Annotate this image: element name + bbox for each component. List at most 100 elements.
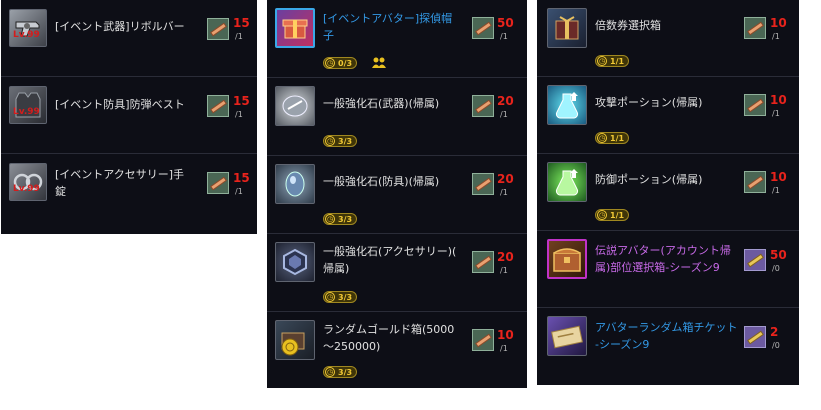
item-name: [イベント防具]防弾ベスト <box>55 98 185 111</box>
item-name-line1: [イベントアクセサリー]手 <box>55 168 185 181</box>
purchase-limit-count: 1/1 <box>610 211 625 220</box>
gold-box-icon <box>275 320 315 360</box>
purchase-limit-count: 1/1 <box>610 134 625 143</box>
item-name: 一般強化石(防具)(帰属) <box>323 175 440 188</box>
ticket-currency-icon <box>744 249 766 271</box>
shop-row[interactable]: ランダムゴールド箱(5000 〜250000) 10 /1 ◷ 3/3 <box>267 312 527 388</box>
avatar-ticket-icon <box>547 316 587 356</box>
purchase-limit-badge: ◷ 1/1 <box>595 132 630 144</box>
currency-icon <box>207 18 229 40</box>
clock-icon: ◷ <box>325 367 335 377</box>
stock-count: /1 <box>500 188 508 197</box>
purchase-limit-badge: ◷ 1/1 <box>595 209 630 221</box>
clock-icon: ◷ <box>597 56 607 66</box>
party-icon <box>372 57 386 68</box>
item-name: [イベント武器]リボルバー <box>55 20 185 33</box>
stock-count: /1 <box>235 110 243 119</box>
item-name: アバターランダム箱チケット -シーズン9 <box>595 319 738 353</box>
purchase-limit-badge: ◷ 3/3 <box>323 213 358 225</box>
shop-row[interactable]: Lv.99 [イベント武器]リボルバー 15 /1 <box>1 0 257 77</box>
shop-row[interactable]: 一般強化石(アクセサリー)( 帰属) 20 /1 ◷ 3/3 <box>267 234 527 312</box>
currency-icon <box>744 94 766 116</box>
item-name-line2: 子 <box>323 29 334 42</box>
shop-row[interactable]: 伝説アバター(アカウント帰 属)部位選択箱-シーズン9 50 /0 <box>537 231 799 308</box>
handcuffs-icon: Lv.99 <box>9 163 47 201</box>
cost-value: 50 <box>770 248 787 262</box>
item-level: Lv.99 <box>13 30 40 40</box>
shop-row[interactable]: 倍数券選択箱 10 /1 ◷ 1/1 <box>537 0 799 77</box>
cost-value: 15 <box>233 94 250 108</box>
currency-icon <box>472 95 494 117</box>
stock-count: /1 <box>772 186 780 195</box>
currency-icon <box>744 17 766 39</box>
cost-value: 20 <box>497 94 514 108</box>
item-name-line2: 帰属) <box>323 262 350 275</box>
cost-value: 10 <box>497 328 514 342</box>
clock-icon: ◷ <box>325 214 335 224</box>
item-name-line1: ランダムゴールド箱(5000 <box>323 323 455 336</box>
purchase-limit-badge: ◷ 3/3 <box>323 291 358 303</box>
currency-icon <box>744 171 766 193</box>
item-level: Lv.99 <box>13 184 40 194</box>
stock-count: /1 <box>500 344 508 353</box>
purchase-limit-count: 3/3 <box>338 215 353 224</box>
item-name-line2: 錠 <box>55 185 66 198</box>
cost-value: 20 <box>497 250 514 264</box>
shop-row[interactable]: Lv.99 [イベント防具]防弾ベスト 15 /1 <box>1 77 257 154</box>
currency-icon <box>472 329 494 351</box>
item-name-line1: アバターランダム箱チケット <box>595 321 738 334</box>
stock-count: /1 <box>772 109 780 118</box>
accessory-stone-icon <box>275 242 315 282</box>
currency-icon <box>207 172 229 194</box>
purchase-limit-count: 1/1 <box>610 57 625 66</box>
shop-row[interactable]: Lv.99 [イベントアクセサリー]手 錠 15 /1 <box>1 154 257 234</box>
legend-avatar-box-icon <box>547 239 587 279</box>
item-name-line2: 属)部位選択箱-シーズン9 <box>595 261 720 274</box>
currency-icon <box>207 95 229 117</box>
armor-stone-icon <box>275 164 315 204</box>
cost-value: 20 <box>497 172 514 186</box>
defense-potion-icon <box>547 162 587 202</box>
shop-row[interactable]: 一般強化石(防具)(帰属) 20 /1 ◷ 3/3 <box>267 156 527 234</box>
item-name: ランダムゴールド箱(5000 〜250000) <box>323 321 454 355</box>
clock-icon: ◷ <box>325 292 335 302</box>
item-name: [イベントアクセサリー]手 錠 <box>55 166 184 200</box>
attack-potion-icon <box>547 85 587 125</box>
item-name-line1: 伝説アバター(アカウント帰 <box>595 244 731 257</box>
shop-row[interactable]: 防御ポーション(帰属) 10 /1 ◷ 1/1 <box>537 154 799 231</box>
cost-value: 10 <box>770 170 787 184</box>
shop-panel-events-gear: Lv.99 [イベント武器]リボルバー 15 /1 Lv.99 [イベント防具]… <box>1 0 257 234</box>
item-name: 倍数券選択箱 <box>595 19 661 32</box>
stock-count: /1 <box>235 187 243 196</box>
shop-row[interactable]: 攻撃ポーション(帰属) 10 /1 ◷ 1/1 <box>537 77 799 154</box>
cost-value: 2 <box>770 325 779 339</box>
purchase-limit-badge: ◷ 3/3 <box>323 135 358 147</box>
item-name: 一般強化石(武器)(帰属) <box>323 97 440 110</box>
item-name-line2: -シーズン9 <box>595 338 650 351</box>
stock-count: /1 <box>772 32 780 41</box>
purchase-limit-badge: ◷ 1/1 <box>595 55 630 67</box>
detective-hat-box-icon <box>275 8 315 48</box>
multiplier-box-icon <box>547 8 587 48</box>
currency-icon <box>472 251 494 273</box>
shop-panel-consumables: 倍数券選択箱 10 /1 ◷ 1/1 攻撃ポーション(帰属) 10 /1 ◷ 1… <box>537 0 799 385</box>
purchase-limit-count: 3/3 <box>338 137 353 146</box>
purchase-limit-count: 3/3 <box>338 293 353 302</box>
shop-row[interactable]: アバターランダム箱チケット -シーズン9 2 /0 <box>537 308 799 385</box>
weapon-stone-icon <box>275 86 315 126</box>
cost-value: 10 <box>770 93 787 107</box>
purchase-limit-badge: ◷ 3/3 <box>323 366 358 378</box>
cost-value: 15 <box>233 16 250 30</box>
shop-row[interactable]: 一般強化石(武器)(帰属) 20 /1 ◷ 3/3 <box>267 78 527 156</box>
item-name: 一般強化石(アクセサリー)( 帰属) <box>323 243 456 277</box>
item-name: [イベントアバター]探偵帽 子 <box>323 10 452 44</box>
item-name: 伝説アバター(アカウント帰 属)部位選択箱-シーズン9 <box>595 242 731 276</box>
stock-count: /1 <box>235 32 243 41</box>
stock-count: /1 <box>500 32 508 41</box>
item-name-line2: 〜250000) <box>323 340 381 353</box>
purchase-limit-badge: ◷ 0/3 <box>323 57 358 69</box>
shop-row[interactable]: [イベントアバター]探偵帽 子 50 /1 ◷ 0/3 <box>267 0 527 78</box>
stock-count: /1 <box>500 266 508 275</box>
ticket-currency-icon <box>744 326 766 348</box>
currency-icon <box>472 17 494 39</box>
